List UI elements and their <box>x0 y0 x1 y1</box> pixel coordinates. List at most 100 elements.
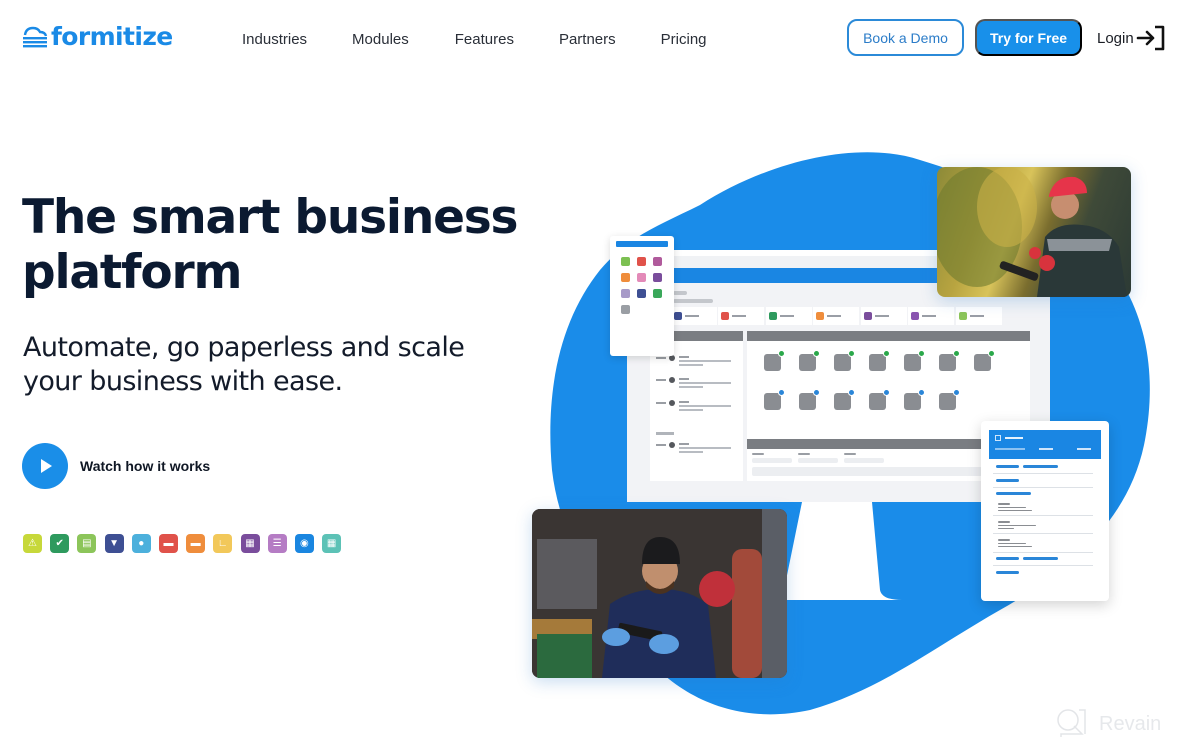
app-badge <box>813 350 820 357</box>
hero-illustration <box>0 0 1190 753</box>
mockup-module-tile <box>718 307 764 325</box>
farmer-photo <box>937 167 1131 297</box>
mobile-app-icon <box>621 273 630 282</box>
timeline-text-line <box>679 409 703 411</box>
tablet-text-line <box>998 521 1010 523</box>
timeline-text-line <box>679 447 731 449</box>
timeline-text-line <box>679 356 689 358</box>
timeline-text-line <box>679 451 703 453</box>
module-tile-icon <box>958 312 967 320</box>
tablet-divider <box>993 533 1093 534</box>
mobile-app-icon <box>621 289 630 298</box>
mockup-text-line <box>673 299 713 303</box>
mockup-module-tile <box>860 307 907 325</box>
mockup-module-tile <box>908 307 954 325</box>
tablet-title-line <box>1005 437 1023 439</box>
mockup-app-icon <box>764 350 785 371</box>
mockup-field <box>798 458 838 463</box>
revain-watermark: Revain <box>1055 707 1161 741</box>
app-badge <box>988 350 995 357</box>
module-tile-label <box>922 315 936 317</box>
mockup-module-tile <box>765 307 812 325</box>
app-badge <box>778 350 785 357</box>
timeline-dot <box>669 377 675 383</box>
tablet-form-pill <box>1023 557 1058 560</box>
mobile-app-icon <box>621 305 630 314</box>
app-badge <box>883 350 890 357</box>
module-tile-label <box>684 315 699 317</box>
tablet-form-pill <box>996 492 1031 495</box>
timeline-label <box>656 357 666 359</box>
tablet-tab-line <box>995 448 1025 450</box>
mockup-module-row <box>645 307 1003 325</box>
mockup-app-icon <box>974 350 995 371</box>
mockup-app-icon <box>939 350 960 371</box>
mobile-app-icon <box>653 257 662 266</box>
mechanic-photo <box>532 509 787 678</box>
tablet-text-line <box>998 543 1026 544</box>
mockup-app-icon <box>869 389 890 410</box>
module-tile-label <box>732 315 746 317</box>
timeline-text-line <box>679 405 731 407</box>
timeline-text-line <box>679 364 703 366</box>
revain-watermark-text: Revain <box>1099 712 1162 735</box>
revain-logo-icon <box>1057 709 1086 737</box>
mobile-app-mockup <box>610 236 674 356</box>
timeline-text-line <box>679 401 689 403</box>
tablet-divider <box>993 515 1093 516</box>
mockup-text-line <box>752 453 764 455</box>
tablet-form-pill <box>996 479 1019 482</box>
module-tile-label <box>969 315 984 317</box>
mockup-module-tile <box>813 307 859 325</box>
module-tile-icon <box>816 312 824 320</box>
timeline-dot <box>669 442 675 448</box>
mobile-app-icon <box>653 273 662 282</box>
mockup-app-icon <box>904 389 925 410</box>
timeline-text-line <box>679 443 689 445</box>
module-tile-icon <box>721 312 729 320</box>
timeline-dot <box>669 400 675 406</box>
module-tile-icon <box>673 312 682 320</box>
app-badge <box>813 389 820 396</box>
tablet-form-pill <box>996 465 1019 468</box>
tablet-form-pill <box>996 571 1019 574</box>
mockup-module-tile <box>670 307 717 325</box>
tablet-tab-line <box>1077 448 1091 450</box>
timeline-text-line <box>679 386 703 388</box>
mockup-field <box>844 458 884 463</box>
mockup-module-tile <box>955 307 1002 325</box>
mockup-app-icon <box>904 350 925 371</box>
tablet-text-line <box>998 507 1026 508</box>
mockup-app-icon <box>834 350 855 371</box>
timeline-label <box>656 379 666 381</box>
tablet-tab-line <box>1039 448 1053 450</box>
app-badge <box>778 389 785 396</box>
timeline-label <box>656 402 666 404</box>
mobile-app-icon <box>637 257 646 266</box>
module-tile-icon <box>911 312 919 320</box>
mockup-app-icon <box>799 389 820 410</box>
tablet-text-line <box>998 510 1032 511</box>
module-tile-label <box>827 315 841 317</box>
tablet-divider <box>993 565 1093 566</box>
module-tile-icon <box>768 312 777 320</box>
tablet-divider <box>993 552 1093 553</box>
tablet-text-line <box>998 503 1010 505</box>
mockup-app-icon <box>869 350 890 371</box>
module-tile-label <box>779 315 794 317</box>
mobile-app-icon <box>621 257 630 266</box>
module-tile-icon <box>863 312 872 320</box>
tablet-text-line <box>998 525 1036 526</box>
mockup-app-icon <box>764 389 785 410</box>
mockup-app-icon <box>834 389 855 410</box>
mockup-text-line <box>673 291 687 295</box>
mobile-header-bar <box>616 241 668 247</box>
mockup-app-icon <box>799 350 820 371</box>
mobile-app-icon <box>637 289 646 298</box>
app-badge <box>918 389 925 396</box>
tablet-text-line <box>998 528 1014 529</box>
module-tile-label <box>874 315 889 317</box>
menu-icon <box>995 435 1001 441</box>
app-badge <box>918 350 925 357</box>
mobile-app-icon <box>637 273 646 282</box>
